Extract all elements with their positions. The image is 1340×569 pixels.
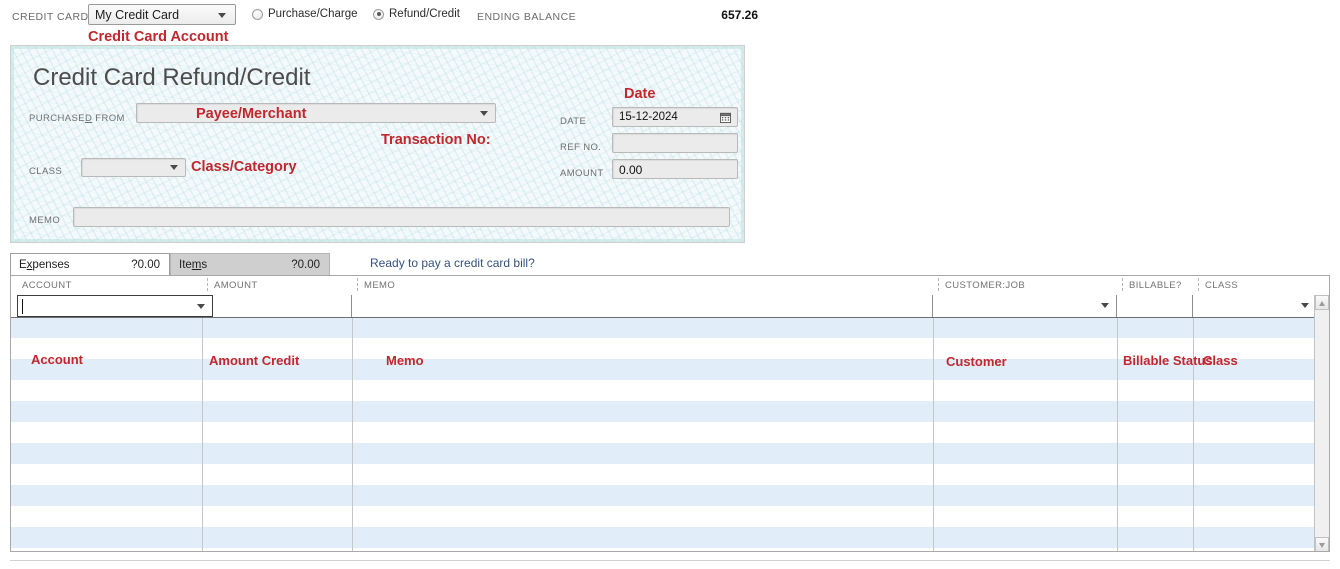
ending-balance-value: 657.26 [721,8,758,22]
grid-cell-customer-job[interactable] [933,295,1117,317]
date-value: 15-12-2024 [619,111,678,123]
grid-header-amount[interactable]: AMOUNT [214,280,258,291]
grid-row-stripe [11,317,1329,338]
grid-header-billable[interactable]: BILLABLE? [1129,280,1182,291]
class-select[interactable] [81,158,186,177]
grid-row-stripe [11,506,1329,527]
tab-expenses-label: Expenses [19,258,70,271]
bottom-divider [10,560,1330,561]
radio-refund-credit-label: Refund/Credit [389,8,460,20]
radio-purchase-charge[interactable]: Purchase/Charge [252,8,358,20]
triangle-down-icon [1319,543,1325,548]
ending-balance-label: ENDING BALANCE [477,11,577,23]
grid-row-stripe [11,380,1329,401]
amount-input[interactable]: 0.00 [612,159,738,179]
credit-card-label: CREDIT CARD [12,11,89,23]
radio-circle-icon [252,8,263,20]
grid-cell-account[interactable] [17,295,213,317]
radio-circle-selected-icon [373,8,384,20]
tab-expenses-amount: ?0.00 [131,258,160,271]
annotation-grid-class: Class [1203,353,1238,368]
memo-label: MEMO [29,215,61,226]
ref-no-label: REF NO. [560,142,602,153]
grid-row-stripe [11,443,1329,464]
annotation-date: Date [624,86,656,102]
grid-column-divider [933,317,934,551]
grid-row-stripe [11,527,1329,548]
grid-cell-amount[interactable] [213,295,352,317]
grid-column-divider [202,317,203,551]
header-divider [207,278,208,291]
radio-purchase-charge-label: Purchase/Charge [268,8,358,20]
grid-cell-billable[interactable] [1117,295,1193,317]
text-cursor [22,299,23,314]
annotation-grid-amount: Amount Credit [209,353,300,368]
triangle-up-icon [1319,301,1325,306]
annotation-class: Class/Category [191,159,297,175]
memo-input[interactable] [73,207,730,227]
check-title: Credit Card Refund/Credit [33,64,311,91]
scroll-down-button[interactable] [1315,537,1329,551]
tab-items-amount: ?0.00 [291,258,320,271]
header-divider [357,278,358,291]
grid-header-row: ACCOUNT AMOUNT MEMO CUSTOMER:JOB BILLABL… [11,276,1329,296]
tab-strip: Expenses ?0.00 Items ?0.00 [10,253,1330,275]
scroll-up-button[interactable] [1315,295,1329,310]
top-toolbar: CREDIT CARD My Credit Card Purchase/Char… [0,0,1340,30]
tab-items-label: Items [179,258,208,271]
chevron-down-icon [480,111,488,116]
grid-row-stripe [11,485,1329,506]
grid-header-class[interactable]: CLASS [1205,280,1238,291]
grid-row-stripe [11,422,1329,443]
radio-refund-credit[interactable]: Refund/Credit [373,8,460,20]
credit-card-account-select[interactable]: My Credit Card [88,4,236,25]
grid-row-stripe [11,401,1329,422]
annotation-grid-account: Account [31,352,83,367]
tab-expenses[interactable]: Expenses ?0.00 [10,253,170,275]
date-input[interactable]: 15-12-2024 [612,107,738,127]
purchased-from-select[interactable] [136,103,496,123]
header-divider [938,278,939,291]
tab-items[interactable]: Items ?0.00 [170,253,330,275]
grid-column-divider [1117,317,1118,551]
amount-label: AMOUNT [560,168,604,179]
grid-cell-memo[interactable] [352,295,933,317]
header-divider [1198,278,1199,291]
date-label: DATE [560,116,587,127]
purchased-from-label: PURCHASED FROM [29,113,125,124]
grid-vertical-scrollbar[interactable] [1314,295,1329,551]
expenses-grid: ACCOUNT AMOUNT MEMO CUSTOMER:JOB BILLABL… [10,275,1330,552]
chevron-down-icon[interactable] [1301,303,1309,308]
ref-no-input[interactable] [612,133,738,153]
class-label: CLASS [29,166,63,177]
annotation-grid-memo: Memo [386,353,424,368]
chevron-down-icon[interactable] [1101,303,1109,308]
grid-row-stripe [11,548,1329,551]
grid-header-account[interactable]: ACCOUNT [22,280,72,291]
grid-cell-class[interactable] [1193,295,1316,317]
calendar-icon[interactable] [720,112,731,123]
grid-column-divider [352,317,353,551]
grid-active-row [11,295,1329,318]
annotation-payee: Payee/Merchant [196,106,307,122]
header-divider [1122,278,1123,291]
check-form-panel: Credit Card Refund/Credit PURCHASED FROM… [10,45,745,243]
credit-card-account-value: My Credit Card [95,8,180,22]
chevron-down-icon [170,165,178,170]
grid-header-memo[interactable]: MEMO [364,280,395,291]
chevron-down-icon [218,13,226,18]
annotation-transaction-no: Transaction No: [381,132,491,148]
pay-credit-card-bill-link[interactable]: Ready to pay a credit card bill? [370,256,535,270]
annotation-grid-customer: Customer [946,354,1007,369]
grid-row-stripe [11,464,1329,485]
grid-header-customer-job[interactable]: CUSTOMER:JOB [945,280,1025,291]
annotation-credit-card-account: Credit Card Account [88,29,229,45]
chevron-down-icon[interactable] [197,304,205,309]
annotation-grid-billable: Billable Status [1123,353,1213,368]
amount-value: 0.00 [619,163,643,177]
